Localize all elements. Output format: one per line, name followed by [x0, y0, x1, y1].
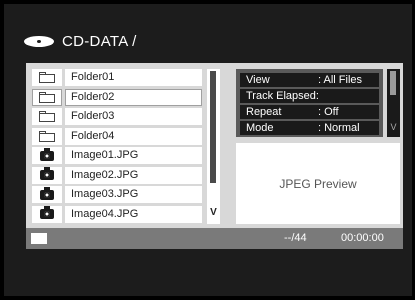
preview-label: JPEG Preview: [279, 176, 357, 191]
file-name: Image04.JPG: [65, 205, 202, 223]
scroll-down-indicator[interactable]: V: [207, 207, 220, 218]
current-path: CD-DATA /: [62, 32, 137, 50]
list-item[interactable]: Folder01: [29, 69, 205, 86]
folder-icon: [39, 91, 55, 103]
elapsed-time: 00:00:00: [341, 232, 384, 244]
list-item[interactable]: Image04.JPG: [29, 205, 205, 223]
info-row-mode[interactable]: Mode : Normal: [240, 121, 379, 135]
list-item[interactable]: Image01.JPG: [29, 147, 205, 164]
list-item[interactable]: Folder02: [29, 88, 205, 106]
file-name: Folder01: [65, 69, 202, 86]
info-key: View: [246, 74, 270, 86]
scrollbar-thumb[interactable]: [210, 71, 216, 183]
folder-icon: [39, 72, 55, 83]
camera-icon: [40, 206, 54, 219]
disc-icon: [24, 35, 54, 47]
info-value: : Normal: [318, 122, 360, 134]
scroll-down-indicator[interactable]: V: [387, 122, 400, 132]
camera-icon: [40, 167, 54, 180]
info-key: Mode: [246, 122, 274, 134]
file-name: Image03.JPG: [65, 186, 202, 203]
browser-panel: Folder01 Folder02 Folder03 Folder04 Imag…: [26, 63, 403, 249]
camera-icon: [40, 147, 54, 161]
file-name: Folder03: [65, 108, 202, 125]
screen: CD-DATA / Folder01 Folder02 Folder03 Fol…: [4, 4, 412, 296]
info-scrollbar[interactable]: V: [387, 69, 400, 137]
status-bar: --/44 00:00:00: [26, 228, 403, 249]
camera-icon: [40, 186, 54, 200]
file-name: Image01.JPG: [65, 147, 202, 164]
folder-icon: [39, 111, 55, 122]
status-indicator: [31, 233, 47, 244]
info-value: : All Files: [318, 74, 363, 86]
info-row-view[interactable]: View : All Files: [240, 73, 379, 87]
list-item[interactable]: Image02.JPG: [29, 166, 205, 184]
list-item[interactable]: Folder03: [29, 108, 205, 125]
file-name: Folder04: [65, 127, 202, 145]
header: CD-DATA /: [24, 30, 137, 52]
file-name: Image02.JPG: [65, 166, 202, 184]
info-value: : Off: [318, 106, 339, 118]
scrollbar-thumb[interactable]: [390, 71, 396, 95]
file-list-scrollbar[interactable]: V: [207, 69, 220, 224]
jpeg-preview: JPEG Preview: [236, 143, 400, 224]
folder-icon: [39, 130, 55, 142]
file-name: Folder02: [65, 88, 202, 106]
list-item[interactable]: Image03.JPG: [29, 186, 205, 203]
list-item[interactable]: Folder04: [29, 127, 205, 145]
info-row-track-elapsed[interactable]: Track Elapsed:: [240, 89, 379, 103]
info-row-repeat[interactable]: Repeat : Off: [240, 105, 379, 119]
track-counter: --/44: [284, 232, 307, 244]
info-key: Repeat: [246, 106, 282, 118]
info-box: View : All Files Track Elapsed: Repeat :…: [236, 69, 383, 137]
info-key: Track Elapsed:: [246, 90, 319, 102]
